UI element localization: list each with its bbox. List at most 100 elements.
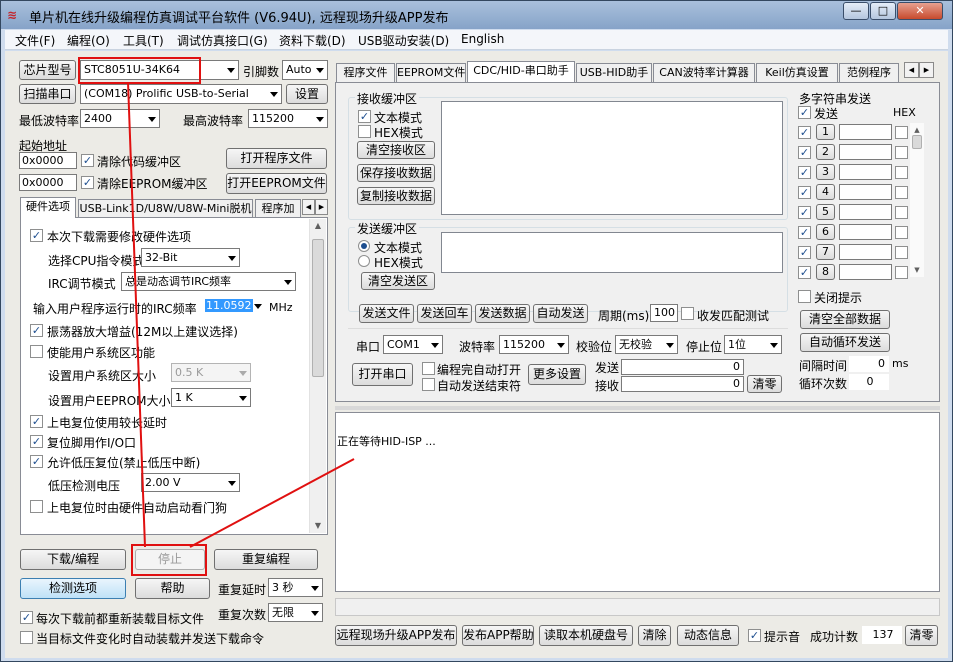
open-eeprom-file-button[interactable]: 打开EEPROM文件 <box>226 173 327 194</box>
clear-receive-button[interactable]: 清空接收区 <box>357 141 435 159</box>
multi-row-send-button[interactable]: 1 <box>816 124 835 140</box>
send-textarea[interactable] <box>441 232 783 273</box>
multi-row-send-button[interactable]: 5 <box>816 204 835 220</box>
remote-upgrade-button[interactable]: 远程现场升级APP发布 <box>335 625 457 646</box>
menu-tools[interactable]: 工具(T) <box>123 32 164 49</box>
close-hint-checkbox[interactable] <box>798 290 811 303</box>
log-output[interactable]: 正在等待HID-ISP ... <box>335 412 940 592</box>
multi-send-scrollbar[interactable]: ▲ ▼ <box>910 123 924 277</box>
port-select[interactable]: (COM18) Prolific USB-to-Serial <box>80 84 282 104</box>
tab-hardware-options[interactable]: 硬件选项 <box>20 197 76 218</box>
help-button[interactable]: 帮助 <box>135 578 210 599</box>
auto-loop-send-button[interactable]: 自动循环发送 <box>800 333 890 352</box>
detect-options-button[interactable]: 检测选项 <box>20 578 126 599</box>
chip-model-button[interactable]: 芯片型号 <box>19 60 76 80</box>
clear-code-buffer-checkbox[interactable] <box>81 154 94 167</box>
recv-hex-mode-checkbox[interactable] <box>358 125 371 138</box>
open-serial-button[interactable]: 打开串口 <box>352 363 413 386</box>
auto-load-checkbox[interactable] <box>20 631 33 644</box>
wdt-start-checkbox[interactable] <box>30 500 43 513</box>
send-text-mode-radio[interactable] <box>358 240 370 252</box>
multi-row-send-checkbox[interactable] <box>798 146 811 159</box>
multi-row-hex-checkbox[interactable] <box>895 166 908 179</box>
max-baud-select[interactable]: 115200 <box>248 109 328 128</box>
multi-row-send-checkbox[interactable] <box>798 206 811 219</box>
save-receive-button[interactable]: 保存接收数据 <box>357 164 435 182</box>
tab-usb-link-offline[interactable]: USB-Link1D/U8W/U8W-Mini脱机 <box>78 199 253 218</box>
parity-select[interactable]: 无校验 <box>615 335 678 354</box>
tab-usb-hid-assistant[interactable]: USB-HID助手 <box>576 63 652 82</box>
sound-checkbox[interactable] <box>748 629 761 642</box>
por-delay-checkbox[interactable] <box>30 415 43 428</box>
minimize-button[interactable]: — <box>843 2 869 20</box>
clear-send-button[interactable]: 清空发送区 <box>361 272 435 290</box>
tab-serial-assistant[interactable]: CDC/HID-串口助手 <box>467 61 575 82</box>
right-tab-scroll-right-icon[interactable]: ▶ <box>919 62 934 78</box>
scroll-up-icon[interactable]: ▲ <box>310 219 326 233</box>
multi-row-send-checkbox[interactable] <box>798 246 811 259</box>
irc-frequency-select[interactable]: 11.0592 <box>201 297 266 315</box>
reset-io-checkbox[interactable] <box>30 435 43 448</box>
title-bar[interactable]: ≋ 单片机在线升级编程仿真调试平台软件 (V6.94U), 远程现场升级APP发… <box>1 1 952 29</box>
multi-row-send-checkbox[interactable] <box>798 166 811 179</box>
multi-row-hex-checkbox[interactable] <box>895 226 908 239</box>
reprogram-button[interactable]: 重复编程 <box>214 549 318 570</box>
lvd-reset-checkbox[interactable] <box>30 455 43 468</box>
eeprom-start-address-input[interactable]: 0x0000 <box>19 174 77 191</box>
auto-send-button[interactable]: 自动发送 <box>533 304 588 323</box>
multi-row-text-input[interactable] <box>839 204 892 220</box>
menu-usb-driver[interactable]: USB驱动安装(D) <box>358 32 449 49</box>
serial-port-select[interactable]: COM1 <box>383 335 443 354</box>
multi-row-text-input[interactable] <box>839 224 892 240</box>
publish-help-button[interactable]: 发布APP帮助 <box>462 625 534 646</box>
multi-scroll-down-icon[interactable]: ▼ <box>910 263 924 277</box>
menu-download[interactable]: 资料下载(D) <box>279 32 346 49</box>
copy-receive-button[interactable]: 复制接收数据 <box>357 187 435 205</box>
pins-select[interactable]: Auto <box>282 60 328 80</box>
send-data-button[interactable]: 发送数据 <box>475 304 530 323</box>
multi-row-text-input[interactable] <box>839 144 892 160</box>
tab-scroll-left-icon[interactable]: ◀ <box>302 199 315 215</box>
multi-row-hex-checkbox[interactable] <box>895 206 908 219</box>
send-file-button[interactable]: 发送文件 <box>359 304 414 323</box>
recv-text-mode-checkbox[interactable] <box>358 110 371 123</box>
multi-row-text-input[interactable] <box>839 184 892 200</box>
need-modify-checkbox[interactable] <box>30 229 43 242</box>
scroll-thumb[interactable] <box>312 239 324 377</box>
multi-row-send-button[interactable]: 3 <box>816 164 835 180</box>
tab-can-baud-calculator[interactable]: CAN波特率计算器 <box>653 63 755 82</box>
menu-english[interactable]: English <box>461 32 504 46</box>
multi-row-send-button[interactable]: 7 <box>816 244 835 260</box>
receive-textarea[interactable] <box>441 101 783 215</box>
tab-keil-simulation[interactable]: Keil仿真设置 <box>756 63 838 82</box>
multi-row-send-checkbox[interactable] <box>798 226 811 239</box>
multi-row-text-input[interactable] <box>839 124 892 140</box>
send-return-button[interactable]: 发送回车 <box>417 304 472 323</box>
multi-row-send-checkbox[interactable] <box>798 126 811 139</box>
animation-info-button[interactable]: 动态信息 <box>677 625 739 646</box>
baud-select[interactable]: 115200 <box>499 335 569 354</box>
multi-row-text-input[interactable] <box>839 244 892 260</box>
multi-row-send-button[interactable]: 4 <box>816 184 835 200</box>
maximize-button[interactable]: □ <box>870 2 896 20</box>
multi-row-hex-checkbox[interactable] <box>895 126 908 139</box>
tab-scroll-right-icon[interactable]: ▶ <box>315 199 328 215</box>
multi-row-send-button[interactable]: 6 <box>816 224 835 240</box>
multi-row-send-checkbox[interactable] <box>798 186 811 199</box>
multi-row-text-input[interactable] <box>839 164 892 180</box>
multi-row-send-checkbox[interactable] <box>798 266 811 279</box>
loop-count-input[interactable]: 0 <box>849 374 889 390</box>
open-program-file-button[interactable]: 打开程序文件 <box>226 148 327 169</box>
reset-count-button[interactable]: 清零 <box>905 625 938 646</box>
clear-log-button[interactable]: 清除 <box>638 625 671 646</box>
interval-input[interactable]: 0 <box>849 356 889 372</box>
clear-count-button[interactable]: 清零 <box>747 375 782 393</box>
recv-match-checkbox[interactable] <box>681 307 694 320</box>
cpu-mode-select[interactable]: 32-Bit <box>141 248 240 267</box>
reload-before-download-checkbox[interactable] <box>20 611 33 624</box>
log-splitter[interactable] <box>335 406 940 410</box>
auto-close-checkbox[interactable] <box>422 378 435 391</box>
user-system-area-checkbox[interactable] <box>30 345 43 358</box>
scroll-down-icon[interactable]: ▼ <box>310 519 326 533</box>
send-hex-mode-radio[interactable] <box>358 255 370 267</box>
